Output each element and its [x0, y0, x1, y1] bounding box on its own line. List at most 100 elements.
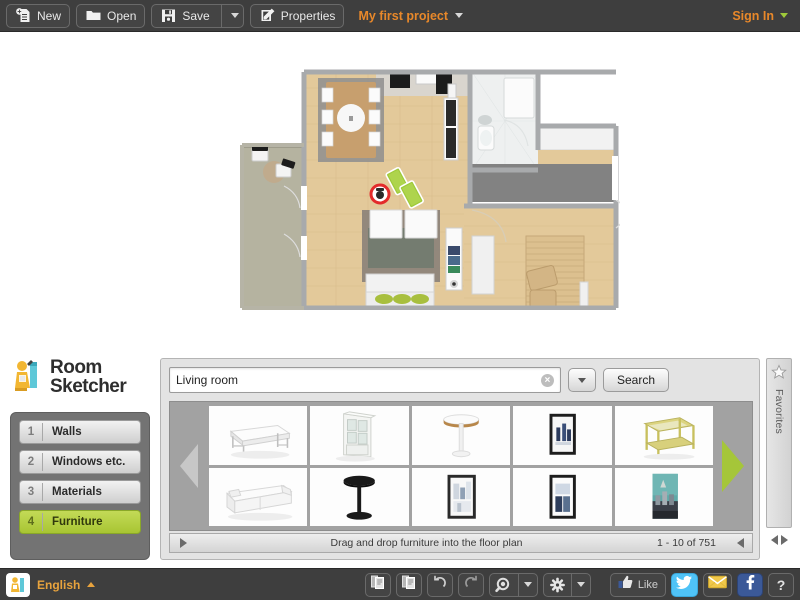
- copy-icon: [370, 574, 386, 595]
- zoom-dropdown-toggle[interactable]: [519, 574, 537, 596]
- furniture-item-round-side-table[interactable]: [411, 406, 511, 465]
- favorites-label: Favorites: [773, 389, 785, 434]
- room-bedroom: [464, 208, 616, 309]
- save-button[interactable]: Save: [151, 3, 244, 28]
- sign-in-label: Sign In: [732, 8, 774, 23]
- envelope-icon: [708, 575, 727, 594]
- pencil-edit-icon: [259, 7, 276, 24]
- sidebar-item-walls[interactable]: 1 Walls: [19, 420, 141, 444]
- status-scroll-right-button[interactable]: [728, 538, 752, 548]
- step-label: Materials: [52, 486, 102, 498]
- furniture-item-canvas-art-cityscape[interactable]: [614, 467, 713, 526]
- facebook-share-button[interactable]: [737, 572, 763, 597]
- brand-logo[interactable]: Room Sketcher: [8, 356, 127, 399]
- favorites-panel-tab[interactable]: Favorites: [766, 358, 792, 528]
- media-shelving: [445, 227, 463, 291]
- floorplan-canvas[interactable]: [0, 32, 800, 350]
- gallery-hint-text: Drag and drop furniture into the floor p…: [330, 537, 523, 549]
- window-opening: [301, 186, 307, 210]
- step-number: 3: [27, 486, 35, 498]
- email-share-button[interactable]: [703, 572, 732, 597]
- save-dropdown-toggle[interactable]: [227, 13, 243, 18]
- left-column: Room Sketcher 1 Walls 2 Windows etc. 3 M…: [0, 350, 160, 568]
- sidebar-item-furniture[interactable]: 4 Furniture: [19, 510, 141, 534]
- roomsketcher-mascot-icon: [6, 572, 30, 597]
- settings-dropdown-toggle[interactable]: [572, 574, 590, 596]
- settings-button[interactable]: [542, 572, 591, 597]
- search-button[interactable]: Search: [602, 368, 669, 392]
- furniture-gallery: [169, 401, 753, 531]
- undo-button[interactable]: [426, 572, 453, 597]
- language-selector[interactable]: English: [6, 572, 96, 597]
- furniture-item-coffee-table-white[interactable]: [209, 406, 308, 465]
- search-input[interactable]: [176, 373, 541, 387]
- step-label: Walls: [52, 426, 82, 438]
- social-group: Like ?: [605, 572, 794, 597]
- step-list: 1 Walls 2 Windows etc. 3 Materials 4 Fur…: [10, 412, 150, 560]
- lower-panel: Room Sketcher 1 Walls 2 Windows etc. 3 M…: [0, 350, 800, 568]
- redo-button[interactable]: [457, 572, 484, 597]
- furniture-item-framed-art-bottles[interactable]: [513, 406, 612, 465]
- twitter-share-button[interactable]: [671, 572, 698, 597]
- step-label: Furniture: [52, 516, 103, 528]
- open-button-label: Open: [107, 8, 137, 23]
- copy-button[interactable]: [364, 572, 391, 597]
- sidebar-item-windows[interactable]: 2 Windows etc.: [19, 450, 141, 474]
- furniture-item-side-table-yellow-frame[interactable]: [614, 406, 713, 465]
- bottom-toolbar: English Like ?: [0, 568, 800, 600]
- sign-in-menu[interactable]: Sign In: [732, 9, 794, 23]
- like-label: Like: [637, 578, 658, 591]
- triangle-right-icon[interactable]: [780, 535, 788, 545]
- help-button[interactable]: ?: [768, 572, 794, 597]
- properties-button[interactable]: Properties: [249, 3, 345, 28]
- brand-line-2: Sketcher: [50, 375, 127, 397]
- facebook-f-icon: [744, 574, 756, 595]
- open-button[interactable]: Open: [76, 3, 146, 28]
- status-scroll-left-button[interactable]: [170, 538, 196, 548]
- triangle-left-icon: [736, 538, 744, 548]
- favorites-nav[interactable]: [766, 532, 792, 548]
- paste-button[interactable]: [395, 572, 422, 597]
- gear-icon: [544, 574, 571, 596]
- floorplan-drawing[interactable]: [240, 60, 620, 310]
- gallery-next-button[interactable]: [714, 401, 752, 531]
- new-document-icon: [15, 7, 32, 24]
- project-name-label: My first project: [358, 8, 449, 23]
- triangle-left-icon[interactable]: [770, 535, 778, 545]
- thumbs-up-icon: [618, 575, 633, 594]
- zoom-button[interactable]: [488, 572, 538, 597]
- furniture-browser: × Search: [160, 358, 760, 560]
- gallery-prev-button[interactable]: [170, 401, 208, 531]
- furniture-thumbnail-grid: [208, 404, 714, 528]
- sidebar-item-materials[interactable]: 3 Materials: [19, 480, 141, 504]
- gallery-result-count: 1 - 10 of 751: [657, 537, 716, 549]
- chevron-down-icon: [455, 13, 464, 18]
- properties-button-label: Properties: [280, 8, 336, 23]
- furniture-item-framed-art-interior[interactable]: [411, 467, 511, 526]
- new-button[interactable]: New: [6, 3, 71, 28]
- redo-arrow-icon: [463, 574, 479, 595]
- facebook-like-button[interactable]: Like: [609, 572, 666, 597]
- roomsketcher-mascot-icon: [8, 356, 46, 399]
- chevron-down-icon: [780, 13, 788, 18]
- triangle-right-icon: [179, 538, 187, 548]
- room-bathroom: [471, 71, 539, 171]
- step-label: Windows etc.: [52, 456, 126, 468]
- chevron-down-icon: [230, 13, 239, 18]
- furniture-item-pedestal-table-black[interactable]: [310, 467, 409, 526]
- clipboard-group: [360, 572, 591, 597]
- twitter-bird-icon: [676, 575, 693, 595]
- triangle-right-icon: [722, 440, 744, 492]
- furniture-item-framed-art-abstract-blue[interactable]: [513, 467, 612, 526]
- search-history-dropdown[interactable]: [567, 368, 596, 392]
- search-row: × Search: [169, 367, 669, 393]
- save-divider: [220, 4, 222, 27]
- dining-set: [318, 78, 384, 162]
- search-field-wrapper[interactable]: ×: [169, 367, 561, 393]
- project-name-dropdown[interactable]: My first project: [358, 8, 464, 23]
- furniture-item-display-cabinet-glass[interactable]: [310, 406, 409, 465]
- folder-open-icon: [85, 7, 102, 24]
- step-number: 2: [27, 456, 35, 468]
- furniture-item-sofa-white[interactable]: [209, 467, 308, 526]
- clear-search-icon[interactable]: ×: [540, 373, 554, 387]
